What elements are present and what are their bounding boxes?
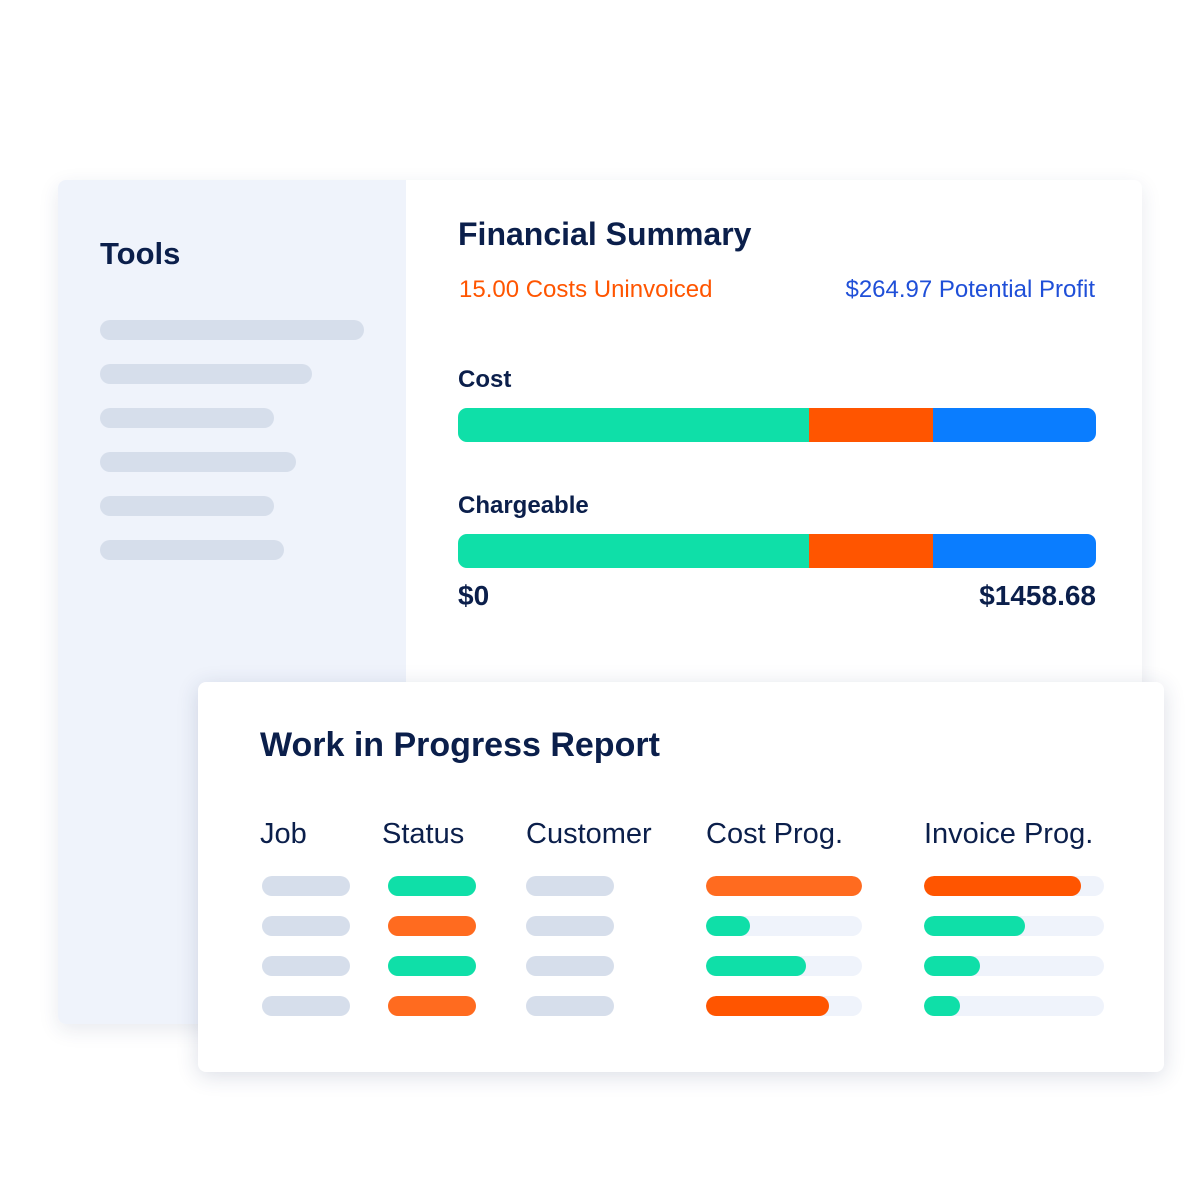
cost-progress-fill: [706, 876, 862, 896]
wip-report-title: Work in Progress Report: [260, 726, 660, 764]
cost-progress-bar: [706, 916, 862, 936]
status-pill: [388, 916, 476, 936]
financial-summary-title: Financial Summary: [458, 216, 752, 252]
cost-progress-bar: [706, 956, 862, 976]
sidebar-item-placeholder[interactable]: [100, 320, 364, 340]
cost-progress-bar: [706, 876, 862, 896]
invoice-progress-fill: [924, 876, 1081, 896]
column-header-cost-progress[interactable]: Cost Prog.: [706, 818, 843, 851]
sidebar-item-placeholder[interactable]: [100, 364, 312, 384]
sidebar-item-placeholder[interactable]: [100, 408, 274, 428]
cost-segment-orange: [808, 408, 934, 442]
chargeable-stacked-bar: [458, 534, 1096, 568]
job-placeholder[interactable]: [262, 876, 350, 896]
customer-placeholder[interactable]: [526, 876, 614, 896]
status-pill: [388, 996, 476, 1016]
invoice-progress-bar: [924, 876, 1104, 896]
chargeable-segment-orange: [808, 534, 934, 568]
chargeable-segment-blue: [933, 534, 1096, 568]
cost-progress-fill: [706, 996, 830, 1016]
cost-progress-fill: [706, 956, 806, 976]
job-placeholder[interactable]: [262, 956, 350, 976]
invoice-progress-bar: [924, 916, 1104, 936]
customer-placeholder[interactable]: [526, 916, 614, 936]
status-pill: [388, 876, 476, 896]
cost-stacked-bar: [458, 408, 1096, 442]
invoice-progress-fill: [924, 956, 980, 976]
column-header-invoice-progress[interactable]: Invoice Prog.: [924, 818, 1093, 851]
cost-segment-green: [458, 408, 809, 442]
job-placeholder[interactable]: [262, 916, 350, 936]
invoice-progress-bar: [924, 996, 1104, 1016]
invoice-progress-bar: [924, 956, 1104, 976]
sidebar-item-placeholder[interactable]: [100, 452, 296, 472]
cost-segment-blue: [933, 408, 1096, 442]
wip-report-panel: Work in Progress Report Job Status Custo…: [198, 682, 1164, 1072]
column-header-customer[interactable]: Customer: [526, 818, 652, 851]
chargeable-bar-label: Chargeable: [458, 492, 589, 519]
column-header-status[interactable]: Status: [382, 818, 464, 851]
customer-placeholder[interactable]: [526, 996, 614, 1016]
customer-placeholder[interactable]: [526, 956, 614, 976]
sidebar-item-placeholder[interactable]: [100, 540, 284, 560]
column-header-job[interactable]: Job: [260, 818, 307, 851]
axis-min-label: $0: [458, 580, 490, 611]
status-pill: [388, 956, 476, 976]
potential-profit-stat: $264.97 Potential Profit: [845, 276, 1095, 303]
job-placeholder[interactable]: [262, 996, 350, 1016]
cost-progress-bar: [706, 996, 862, 1016]
chargeable-segment-green: [458, 534, 809, 568]
cost-progress-fill: [706, 916, 750, 936]
axis-max-label: $1458.68: [979, 580, 1096, 611]
sidebar-title: Tools: [100, 236, 181, 271]
sidebar-item-placeholder[interactable]: [100, 496, 274, 516]
invoice-progress-fill: [924, 996, 960, 1016]
cost-bar-label: Cost: [458, 366, 512, 393]
invoice-progress-fill: [924, 916, 1025, 936]
costs-uninvoiced-stat: 15.00 Costs Uninvoiced: [459, 276, 713, 303]
